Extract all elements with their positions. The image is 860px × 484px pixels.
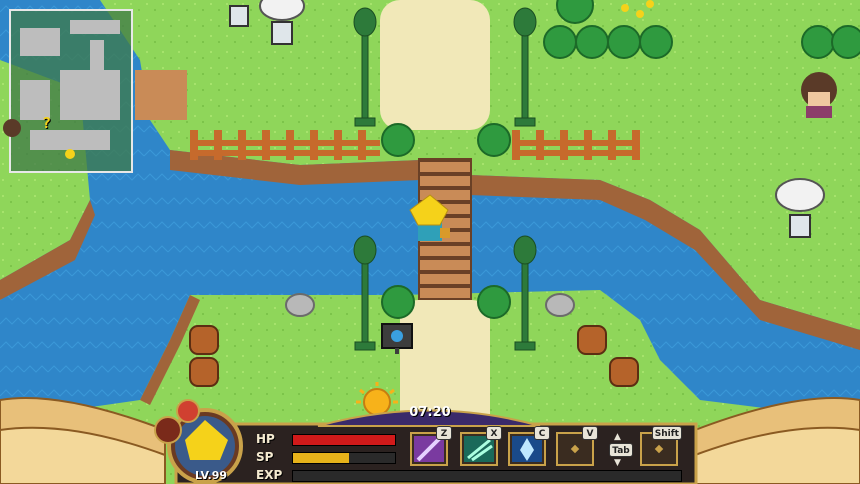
hp-bar bbox=[292, 434, 396, 446]
tab-key: Tab bbox=[609, 443, 633, 457]
bush bbox=[381, 285, 415, 319]
bush bbox=[607, 25, 641, 59]
bush bbox=[575, 25, 609, 59]
bush bbox=[831, 25, 860, 59]
skill-slot-c[interactable]: C bbox=[508, 426, 550, 466]
player-level: LV.99 bbox=[194, 469, 228, 482]
barrel bbox=[609, 357, 639, 387]
bush bbox=[381, 123, 415, 157]
north-path bbox=[380, 0, 490, 130]
barrel bbox=[189, 357, 219, 387]
bush bbox=[543, 25, 577, 59]
skill-key-c: C bbox=[534, 426, 550, 440]
upper-left-bridge bbox=[135, 70, 187, 120]
bush bbox=[639, 25, 673, 59]
hp-label: HP bbox=[256, 432, 275, 446]
barrel bbox=[577, 325, 607, 355]
villager-npc bbox=[801, 72, 837, 118]
sp-bar-fill bbox=[293, 453, 350, 463]
exp-bar bbox=[292, 470, 682, 482]
skill-key-shift: Shift bbox=[651, 426, 682, 440]
rock bbox=[545, 293, 575, 317]
minimap-quest-marker: ? bbox=[42, 114, 52, 132]
chevron-down-icon: ▼ bbox=[614, 458, 621, 468]
empty-slot-icon bbox=[654, 444, 664, 454]
barrel bbox=[189, 325, 219, 355]
chevron-up-icon: ▲ bbox=[614, 432, 621, 442]
exp-label: EXP bbox=[256, 468, 283, 482]
hp-bar-fill bbox=[293, 435, 395, 445]
minimap bbox=[3, 9, 133, 173]
skill-key-x: X bbox=[486, 426, 502, 440]
weapon-badge bbox=[154, 416, 182, 444]
bush bbox=[477, 123, 511, 157]
sp-label: SP bbox=[256, 450, 274, 464]
sp-bar bbox=[292, 452, 396, 464]
tab-switch-button[interactable]: ▲ Tab ▼ bbox=[604, 432, 634, 468]
empty-slot-icon bbox=[570, 444, 580, 454]
skill-slot-z[interactable]: Z bbox=[410, 426, 452, 466]
skill-slot-shift[interactable]: Shift bbox=[640, 426, 682, 466]
rock bbox=[285, 293, 315, 317]
skill-key-z: Z bbox=[436, 426, 452, 440]
element-badge bbox=[176, 399, 200, 423]
bush bbox=[801, 25, 835, 59]
skill-slot-x[interactable]: X bbox=[460, 426, 502, 466]
skill-slot-v[interactable]: V bbox=[556, 426, 598, 466]
bush bbox=[477, 285, 511, 319]
skill-key-v: V bbox=[582, 426, 598, 440]
game-clock: 07:20 bbox=[409, 405, 451, 420]
game-viewport[interactable]: ? 07:20 LV.99 HP SP EXP Z X C V ▲ Tab ▼ … bbox=[0, 0, 860, 484]
